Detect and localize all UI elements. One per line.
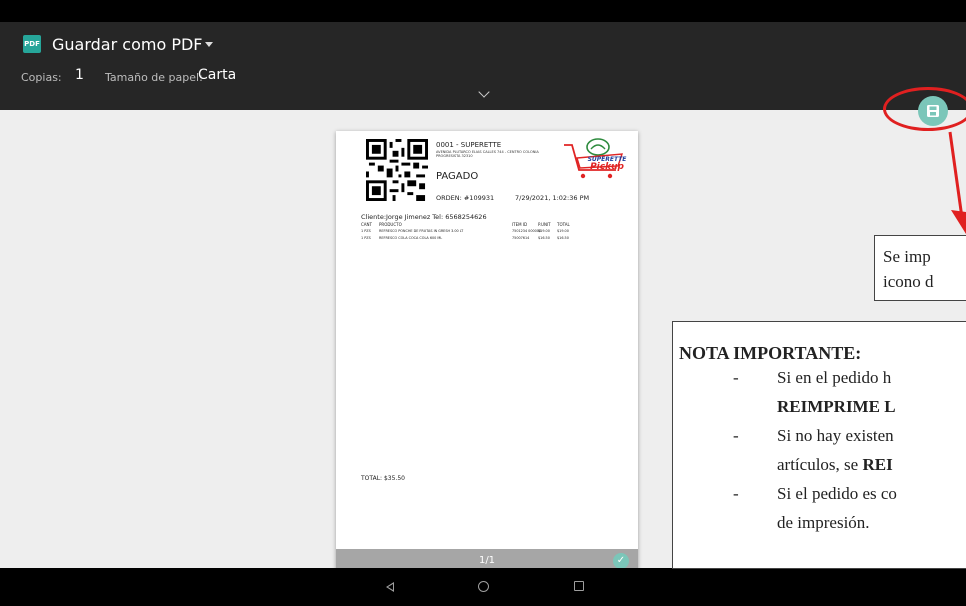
- receipt-row-item-id: 7501234 000000: [512, 229, 542, 233]
- note-line: de impresión.: [777, 513, 870, 533]
- note-text: Si en el pedido h: [777, 368, 892, 387]
- dropdown-arrow-icon[interactable]: [205, 42, 213, 47]
- receipt-row-qty: 1 PZS: [361, 236, 371, 240]
- nav-recents-icon[interactable]: [574, 581, 584, 591]
- receipt-row-product: REFRESCO COLA COCA COLA 600 ML: [379, 236, 443, 240]
- receipt-order-number: ORDEN: #109931: [436, 194, 495, 202]
- receipt-total: TOTAL: $35.50: [361, 475, 405, 482]
- paper-size-value[interactable]: Carta: [198, 67, 236, 83]
- pdf-icon: PDF: [23, 35, 41, 53]
- important-note-box: NOTA IMPORTANTE: - Si en el pedido h REI…: [672, 321, 966, 569]
- receipt-col-unit: P.UNIT: [538, 222, 551, 227]
- highlight-ellipse: [883, 87, 966, 131]
- receipt-address: AVENIDA PLUTARCO ELIAS CALLES 744 - CENT…: [436, 150, 539, 159]
- note-title: NOTA IMPORTANTE:: [679, 343, 862, 363]
- android-navigation-bar: [0, 568, 966, 606]
- receipt-row-item-id: 75007614: [512, 236, 530, 240]
- receipt-row-qty: 1 PZS: [361, 229, 371, 233]
- note-line: artículos, se REI: [777, 455, 893, 475]
- note-text: Si el pedido es co: [777, 484, 897, 503]
- receipt-row-total: $19.00: [557, 229, 569, 233]
- receipt-col-cant: CANT: [361, 222, 372, 227]
- receipt-datetime: 7/29/2021, 1:02:36 PM: [515, 194, 590, 202]
- note-text-bold: REI: [862, 455, 893, 474]
- receipt-row-total: $16.50: [557, 236, 569, 240]
- nav-back-icon-inner: [388, 584, 393, 590]
- note-bullet-dash: -: [733, 484, 739, 503]
- copies-label: Copias:: [21, 71, 62, 84]
- note-text: de impresión.: [777, 513, 870, 532]
- note-line: Si no hay existen: [777, 426, 894, 446]
- note-line: Si en el pedido h: [777, 368, 891, 388]
- annotation-callout: Se imp icono d: [874, 235, 966, 301]
- receipt-row-unit-price: $16.50: [538, 236, 550, 240]
- callout-line-2: icono d: [883, 272, 934, 291]
- page-selected-check-icon[interactable]: ✓: [613, 553, 629, 569]
- callout-line-1: Se imp: [883, 247, 931, 266]
- paper-size-label: Tamaño de papel:: [105, 71, 203, 84]
- page-indicator: 1/1: [478, 555, 496, 566]
- note-bullet-dash: -: [733, 368, 739, 387]
- status-bar: [0, 0, 966, 22]
- copies-value[interactable]: 1: [75, 67, 84, 83]
- superette-pickup-logo: SUPERETTE Pickup: [564, 138, 627, 179]
- print-preview-page[interactable]: 0001 - SUPERETTE AVENIDA PLUTARCO ELIAS …: [336, 131, 638, 573]
- note-bullet-dash: -: [733, 426, 739, 445]
- print-options-toolbar: PDF Guardar como PDF Copias: 1 Tamaño de…: [0, 22, 966, 110]
- expand-options-chevron-icon[interactable]: [478, 86, 490, 98]
- logo-text-pickup: Pickup: [590, 162, 624, 172]
- note-line: Si el pedido es co: [777, 484, 897, 504]
- qr-code-image: [366, 139, 428, 201]
- receipt-col-item-id: ITEM ID: [512, 222, 528, 227]
- note-text-bold: REIMPRIME L: [777, 397, 896, 416]
- receipt-store: 0001 - SUPERETTE: [436, 141, 502, 149]
- note-text: Si no hay existen: [777, 426, 894, 445]
- receipt-col-producto: PRODUCTO: [379, 222, 402, 227]
- note-text: artículos, se: [777, 455, 863, 474]
- receipt-col-total: TOTAL: [557, 222, 570, 227]
- receipt-status: PAGADO: [436, 171, 479, 182]
- note-line: REIMPRIME L: [777, 397, 896, 417]
- receipt-row-unit-price: $19.00: [538, 229, 550, 233]
- nav-home-icon[interactable]: [478, 581, 489, 592]
- printer-destination-select[interactable]: Guardar como PDF: [52, 35, 202, 54]
- receipt-row-product: REFRESCO PONCHE DE FRUTAS IN GRESH 3.00 …: [379, 229, 464, 233]
- receipt-client: Cliente:Jorge Jimenez Tel: 6568254626: [361, 213, 487, 221]
